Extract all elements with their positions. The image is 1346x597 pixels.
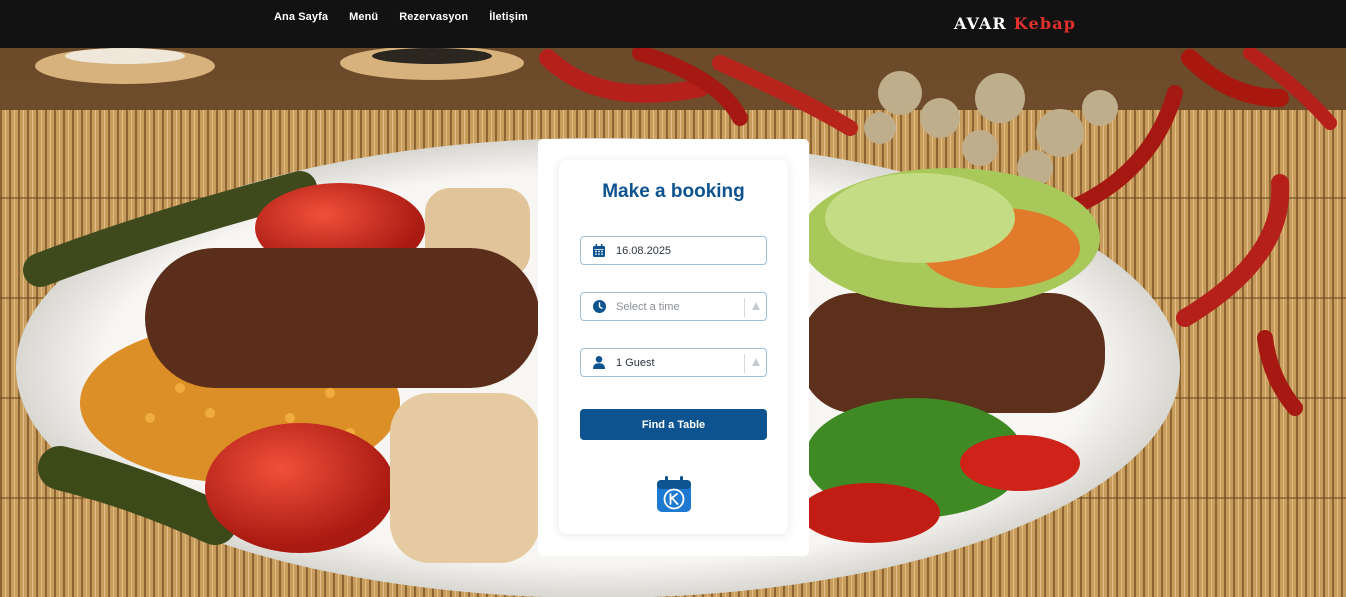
reservation-calendar-logo-icon xyxy=(656,475,692,513)
nav-link-iletisim[interactable]: İletişim xyxy=(489,11,528,23)
nav-link-rezervasyon[interactable]: Rezervasyon xyxy=(399,11,468,23)
guests-value: 1 Guest xyxy=(616,356,655,369)
select-divider xyxy=(744,298,745,317)
nav-link-ana-sayfa[interactable]: Ana Sayfa xyxy=(274,11,328,23)
date-value: 16.08.2025 xyxy=(616,244,672,257)
user-icon xyxy=(592,356,606,370)
booking-card: Make a booking 16.08.2025 Select a time … xyxy=(538,139,809,556)
booking-title: Make a booking xyxy=(602,181,745,202)
triangle-up-icon xyxy=(752,358,760,366)
brand-logo-text[interactable]: AVAR Kebap xyxy=(954,14,1076,33)
guests-select[interactable]: 1 Guest xyxy=(580,348,767,377)
booking-form: Make a booking 16.08.2025 Select a time … xyxy=(559,160,788,534)
time-placeholder: Select a time xyxy=(616,300,680,313)
brand-name-first: AVAR xyxy=(954,14,1007,33)
triangle-up-icon xyxy=(752,302,760,310)
top-navbar: Ana Sayfa Menü Rezervasyon İletişim AVAR… xyxy=(0,0,1346,48)
date-field[interactable]: 16.08.2025 xyxy=(580,236,767,265)
brand-name-second: Kebap xyxy=(1013,14,1077,33)
select-divider xyxy=(744,354,745,373)
time-select[interactable]: Select a time xyxy=(580,292,767,321)
main-nav: Ana Sayfa Menü Rezervasyon İletişim xyxy=(274,11,528,23)
clock-icon xyxy=(592,300,606,314)
nav-link-menu[interactable]: Menü xyxy=(349,11,378,23)
calendar-icon xyxy=(592,244,606,258)
find-table-button[interactable]: Find a Table xyxy=(580,409,767,440)
